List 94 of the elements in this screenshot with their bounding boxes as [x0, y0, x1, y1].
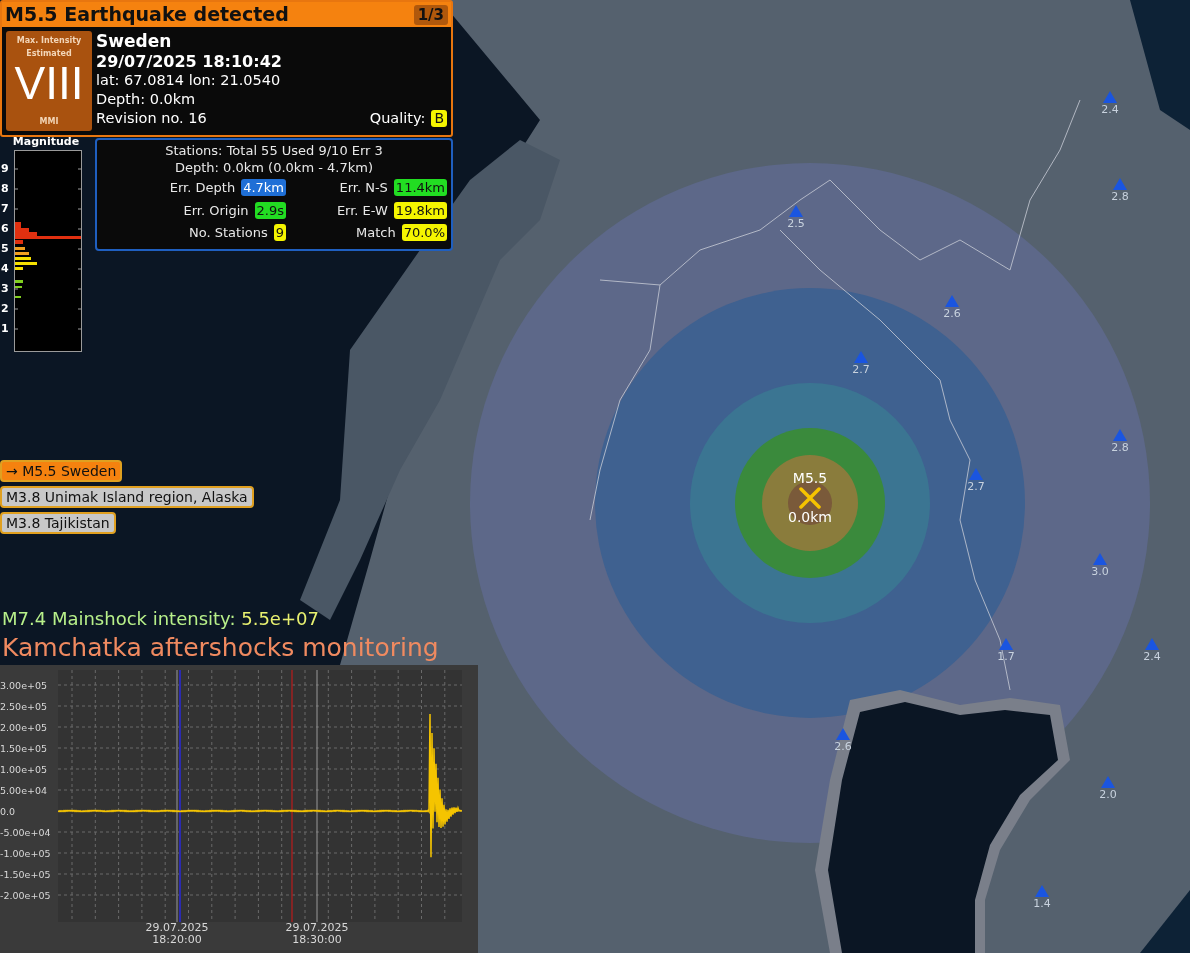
magnitude-marker-line: [15, 236, 81, 239]
station-reading: 2.8: [1111, 190, 1129, 203]
mainshock-label: M7.4 Mainshock intensity:: [2, 608, 236, 629]
stat-value: 11.4km: [393, 179, 447, 197]
axis-tick-label: 3.00e+05: [0, 678, 49, 693]
histogram-bar: [15, 267, 23, 270]
coordinates: lat: 67.0814 lon: 21.0540: [96, 71, 282, 90]
station-icon: [1103, 91, 1117, 103]
axis-tick-label: 2: [1, 301, 10, 317]
axis-tick-label: 7: [1, 201, 10, 217]
axis-tick-label: 4: [1, 261, 10, 277]
station-reading: 1.4: [1033, 897, 1051, 910]
station-icon: [789, 205, 803, 217]
histogram-bar: [15, 240, 23, 244]
station-icon: [999, 638, 1013, 650]
axis-tick-label: 18:20:00: [151, 934, 203, 946]
station-icon: [1035, 885, 1049, 897]
depth: Depth: 0.0km: [96, 90, 197, 109]
alert-title: M5.5 Earthquake detected: [5, 2, 289, 27]
mainshock-intensity: 5.5e+07: [241, 608, 319, 629]
event-list-item[interactable]: M3.8 Tajikistan: [0, 512, 116, 534]
station-reading: 2.4: [1101, 103, 1119, 116]
stat-value: 19.8km: [393, 201, 447, 219]
axis-tick-label: 2.50e+05: [0, 699, 49, 714]
intensity-value: VIII: [14, 60, 84, 106]
quality-grade: B: [431, 110, 447, 127]
axis-tick-label: 6: [1, 221, 10, 237]
chart-title: Magnitude: [11, 134, 81, 150]
event-list-item[interactable]: → M5.5 Sweden: [0, 460, 123, 482]
quality-label: Quality:: [369, 109, 426, 128]
stat-label: Err. E-W: [336, 201, 388, 220]
epicenter-icon: [799, 487, 821, 509]
stat-label: Err. Origin: [183, 201, 249, 220]
axis-tick-label: -1.00e+05: [0, 846, 52, 861]
station-reading: 1.7: [997, 650, 1015, 663]
axis-tick-label: 3: [1, 281, 10, 297]
stat-value: 9: [273, 224, 286, 242]
depth-range: Depth: 0.0km (0.0km - 4.7km): [174, 159, 374, 176]
stat-label: No. Stations: [189, 224, 268, 242]
stat-label: Err. Depth: [169, 179, 236, 197]
axis-tick-label: 18:30:00: [291, 934, 343, 946]
station-icon: [1101, 776, 1115, 788]
stat-value: 2.9s: [254, 201, 286, 219]
intensity-scale: MMI: [39, 116, 59, 128]
monitoring-title: Kamchatka aftershocks monitoring: [2, 633, 439, 663]
stat-label: Err. N-S: [339, 179, 388, 197]
axis-tick-label: 29.07.2025: [284, 922, 350, 934]
axis-tick-label: 9: [1, 161, 10, 177]
station-reading: 2.6: [834, 740, 852, 753]
axis-tick-label: -2.00e+05: [0, 888, 52, 903]
axis-tick-label: -1.50e+05: [0, 867, 52, 882]
histogram-bar: [15, 262, 37, 265]
revision: Revision no. 16: [96, 109, 207, 128]
axis-tick-label: 0.0: [0, 804, 17, 819]
stat-value: 70.0%: [401, 224, 447, 242]
station-reading: 2.6: [943, 307, 961, 320]
station-reading: 3.0: [1091, 565, 1109, 578]
intensity-caption: Max. Intensity Estimated: [15, 35, 83, 60]
station-icon: [1145, 638, 1159, 650]
axis-tick-label: 8: [1, 181, 10, 197]
station-icon: [1113, 429, 1127, 441]
station-reading: 2.0: [1099, 788, 1117, 801]
station-icon: [854, 351, 868, 363]
stations-summary: Stations: Total 55 Used 9/10 Err 3: [164, 142, 384, 159]
station-icon: [969, 468, 983, 480]
epicenter-depth: 0.0km: [788, 509, 832, 526]
event-time: 29/07/2025 18:10:42: [96, 52, 283, 71]
event-counter: 1/3: [413, 4, 448, 25]
axis-tick-label: 2.00e+05: [0, 720, 49, 735]
station-icon: [1113, 178, 1127, 190]
station-icon: [836, 728, 850, 740]
histogram-bar: [15, 252, 29, 255]
station-icon: [945, 295, 959, 307]
histogram-bar: [15, 257, 31, 260]
station-reading: 2.7: [852, 363, 870, 376]
axis-tick-label: -5.00e+04: [0, 825, 52, 840]
axis-tick-label: 1: [1, 321, 10, 337]
station-reading: 2.4: [1143, 650, 1161, 663]
station-reading: 2.8: [1111, 441, 1129, 454]
station-icon: [1093, 553, 1107, 565]
histogram-bar: [15, 247, 25, 250]
event-list-item[interactable]: M3.8 Unimak Island region, Alaska: [0, 486, 254, 508]
axis-tick-label: 29.07.2025: [144, 922, 210, 934]
station-reading: 2.7: [967, 480, 985, 493]
epicenter-magnitude: M5.5: [792, 470, 828, 487]
station-reading: 2.5: [787, 217, 805, 230]
axis-tick-label: 5.00e+04: [0, 783, 49, 798]
histogram-bar: [15, 280, 23, 283]
stat-value: 4.7km: [241, 179, 286, 197]
stat-label: Match: [356, 224, 396, 242]
region-name: Sweden: [96, 31, 173, 52]
axis-tick-label: 5: [1, 241, 10, 257]
axis-tick-label: 1.00e+05: [0, 762, 49, 777]
axis-tick-label: 1.50e+05: [0, 741, 49, 756]
